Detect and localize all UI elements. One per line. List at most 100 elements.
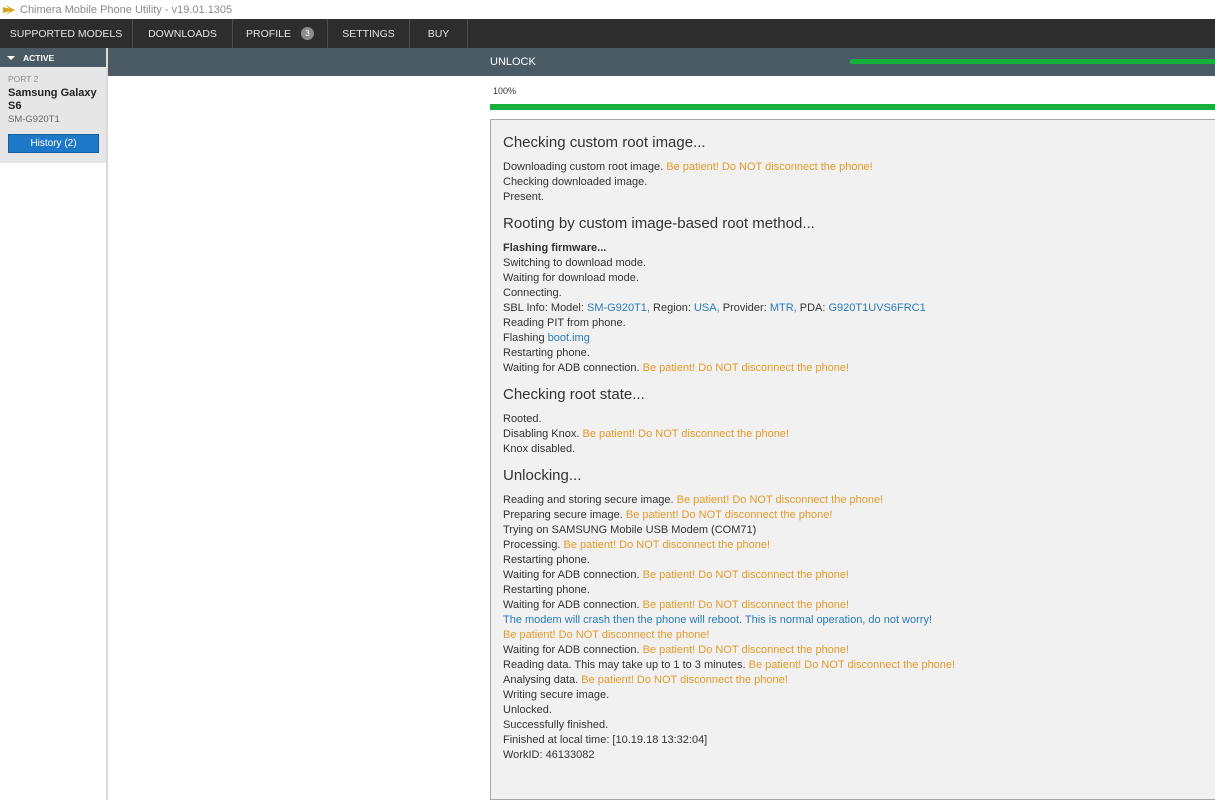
log-line: Preparing secure image. Be patient! Do N…	[503, 508, 1207, 523]
log-text: Waiting for ADB connection.	[503, 599, 643, 611]
log-text: Reading and storing secure image.	[503, 494, 677, 506]
log-section: Rooting by custom image-based root metho…	[503, 215, 1207, 376]
log-text: Preparing secure image.	[503, 509, 626, 521]
log-text: Waiting for ADB connection.	[503, 362, 643, 374]
menu-supported-models[interactable]: SUPPORTED MODELS	[0, 19, 133, 48]
log-warning-text: Be patient! Do NOT disconnect the phone!	[642, 644, 850, 656]
log-text: Waiting for ADB connection.	[503, 569, 643, 581]
log-line: Waiting for ADB connection. Be patient! …	[503, 568, 1207, 583]
log-line: Writing secure image.	[503, 688, 1207, 703]
log-text: Reading data. This may take up to 1 to 3…	[503, 659, 749, 671]
notification-badge: 3	[300, 27, 314, 40]
log-warning-text: Be patient! Do NOT disconnect the phone!	[676, 494, 884, 506]
window-title: Chimera Mobile Phone Utility - v19.01.13…	[20, 3, 233, 16]
log-text: Restarting phone.	[503, 347, 590, 359]
menu-label: BUY	[427, 27, 450, 40]
log-line: Switching to download mode.	[503, 256, 1207, 271]
active-section-header[interactable]: ACTIVE	[0, 48, 108, 67]
log-text: Rooted.	[503, 413, 542, 425]
log-text: Flashing	[503, 332, 548, 344]
log-info-text: SM-G920T1,	[586, 302, 650, 314]
log-line: Reading PIT from phone.	[503, 316, 1207, 331]
main-menu: SUPPORTED MODELS DOWNLOADS PROFILE 3 SETT…	[0, 19, 1215, 48]
log-section: Unlocking... Reading and storing secure i…	[503, 467, 1207, 763]
log-info-text: USA,	[693, 302, 720, 314]
log-line: Restarting phone.	[503, 583, 1207, 598]
log-line: Unlocked.	[503, 703, 1207, 718]
log-text: Waiting for download mode.	[503, 272, 639, 284]
log-line: Connecting.	[503, 286, 1207, 301]
log-text: SBL Info: Model:	[503, 302, 587, 314]
log-line: Flashing firmware...	[503, 241, 1207, 256]
log-section-heading: Checking custom root image...	[503, 134, 706, 151]
log-text: Trying on SAMSUNG Mobile USB Modem (COM7…	[503, 524, 757, 536]
menu-settings[interactable]: SETTINGS	[328, 19, 410, 48]
menu-downloads[interactable]: DOWNLOADS	[133, 19, 233, 48]
log-warning-text: Be patient! Do NOT disconnect the phone!	[642, 569, 850, 581]
log-warning-text: Be patient! Do NOT disconnect the phone!	[563, 539, 771, 551]
log-line: Checking downloaded image.	[503, 175, 1207, 190]
log-info-text: The modem will crash then the phone will…	[503, 614, 933, 626]
log-text: Writing secure image.	[503, 689, 610, 701]
title-bar: Chimera Mobile Phone Utility - v19.01.13…	[0, 0, 1215, 19]
log-line: Analysing data. Be patient! Do NOT disco…	[503, 673, 1207, 688]
log-info-text: G920T1UVS6FRC1	[828, 302, 926, 314]
header-progress-bar	[850, 59, 1215, 64]
log-line: Successfully finished.	[503, 718, 1207, 733]
log-line: Knox disabled.	[503, 442, 1207, 457]
log-text: WorkID: 46133082	[503, 749, 595, 761]
menu-buy[interactable]: BUY	[410, 19, 468, 48]
menu-label: DOWNLOADS	[148, 27, 217, 40]
log-line: Processing. Be patient! Do NOT disconnec…	[503, 538, 1207, 553]
port-label: PORT 2	[8, 74, 39, 84]
log-info-text: MTR,	[769, 302, 797, 314]
log-line: Waiting for ADB connection. Be patient! …	[503, 361, 1207, 376]
log-info-text: boot.img	[547, 332, 590, 344]
progress-bar	[490, 104, 1215, 110]
log-line: Restarting phone.	[503, 553, 1207, 568]
log-line: Restarting phone.	[503, 346, 1207, 361]
log-text: Disabling Knox.	[503, 428, 583, 440]
log-warning-text: Be patient! Do NOT disconnect the phone!	[642, 599, 850, 611]
log-text: Unlocked.	[503, 704, 552, 716]
progress-percent: 100%	[493, 86, 517, 96]
operation-header: UNLOCK	[108, 48, 1215, 76]
log-warning-text: Be patient! Do NOT disconnect the phone!	[666, 161, 873, 173]
operation-title: UNLOCK	[490, 56, 536, 68]
log-section-heading: Unlocking...	[503, 467, 582, 484]
log-text: Switching to download mode.	[503, 257, 647, 269]
log-text: Processing.	[503, 539, 564, 551]
history-button[interactable]: History (2)	[8, 134, 99, 153]
log-line: The modem will crash then the phone will…	[503, 613, 1207, 628]
log-text: Waiting for ADB connection.	[503, 644, 643, 656]
log-line: Downloading custom root image. Be patien…	[503, 160, 1207, 175]
active-label: ACTIVE	[23, 52, 55, 63]
menu-label: PROFILE	[246, 27, 291, 40]
log-line: Disabling Knox. Be patient! Do NOT disco…	[503, 427, 1207, 442]
log-text: Successfully finished.	[503, 719, 609, 731]
log-line: Present.	[503, 190, 1207, 205]
operation-log[interactable]: Checking custom root image... Downloading…	[490, 119, 1215, 800]
device-card[interactable]: PORT 2 Samsung Galaxy S6 SM-G920T1 Histo…	[0, 67, 108, 163]
log-text: Finished at local time: [10.19.18 13:32:…	[503, 734, 708, 746]
log-line: WorkID: 46133082	[503, 748, 1207, 763]
log-text: Analysing data.	[503, 674, 582, 686]
log-section: Checking root state... Rooted. Disabling K…	[503, 386, 1207, 457]
menu-label: SETTINGS	[342, 27, 395, 40]
log-text: Provider:	[719, 302, 770, 314]
sidebar: ACTIVE PORT 2 Samsung Galaxy S6 SM-G920T…	[0, 48, 108, 800]
log-text: Connecting.	[503, 287, 562, 299]
log-line: Finished at local time: [10.19.18 13:32:…	[503, 733, 1207, 748]
log-line: Be patient! Do NOT disconnect the phone!	[503, 628, 1207, 643]
menu-profile[interactable]: PROFILE 3	[233, 19, 328, 48]
log-text: Knox disabled.	[503, 443, 576, 455]
log-warning-text: Be patient! Do NOT disconnect the phone!	[748, 659, 956, 671]
device-name: Samsung Galaxy S6	[8, 87, 97, 112]
log-line: Flashing boot.img	[503, 331, 1207, 346]
device-model: SM-G920T1	[8, 114, 60, 125]
log-text: Downloading custom root image.	[503, 161, 667, 173]
log-line: Waiting for ADB connection. Be patient! …	[503, 643, 1207, 658]
log-text: Present.	[503, 191, 544, 203]
log-section-heading: Checking root state...	[503, 386, 645, 403]
log-warning-text: Be patient! Do NOT disconnect the phone!	[503, 629, 710, 641]
